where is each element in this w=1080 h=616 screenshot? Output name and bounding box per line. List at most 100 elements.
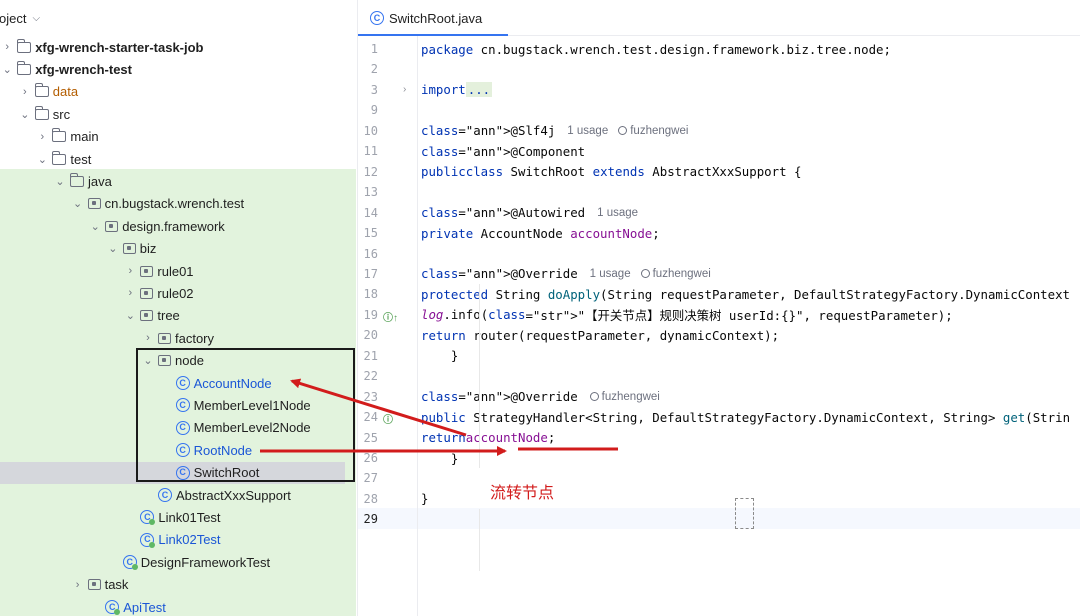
usages-hint[interactable]: 1 usage <box>567 125 608 137</box>
line-number: 17 <box>363 266 378 281</box>
tree-item-label: ApiTest <box>123 599 166 615</box>
line-number: 21 <box>363 348 378 363</box>
chevron-right-icon[interactable]: › <box>19 86 31 98</box>
chevron-right-icon[interactable]: › <box>124 265 136 277</box>
code-line[interactable]: } <box>421 346 458 366</box>
tree-item[interactable]: › main <box>0 126 356 148</box>
indent-guide <box>479 407 480 469</box>
implements-gutter-icon[interactable]: ⓘ <box>383 411 393 426</box>
inlay-hint[interactable]: 1 usage <box>597 207 638 219</box>
tree-item[interactable]: C MemberLevel2Node <box>0 417 356 439</box>
chevron-down-icon[interactable]: ⌄ <box>124 310 136 322</box>
code-line[interactable]: } <box>421 448 458 468</box>
author-name: fuzhengwei <box>630 124 689 137</box>
chevron-down-icon[interactable]: ⌄ <box>54 175 66 188</box>
line-number: 12 <box>363 164 378 179</box>
chevron-down-icon[interactable]: ⌄ <box>107 243 119 255</box>
inlay-hint[interactable]: 1 usage fuzhengwei <box>567 125 688 137</box>
tree-item[interactable]: C SwitchRoot <box>0 461 356 484</box>
indent-guide <box>479 509 480 571</box>
tree-item[interactable]: › data <box>0 81 356 103</box>
chevron-right-icon[interactable]: › <box>124 287 136 299</box>
project-header[interactable]: oject ⌵ <box>0 0 356 36</box>
line-number: 26 <box>363 451 378 465</box>
tree-item-label: DesignFrameworkTest <box>140 554 271 570</box>
tree-item[interactable]: C DesignFrameworkTest <box>0 551 356 573</box>
chevron-right-icon[interactable]: › <box>36 131 48 143</box>
code-line[interactable]: class ="ann">@Component <box>421 141 585 161</box>
tree-item[interactable]: ⌄ xfg-wrench-test <box>0 58 356 80</box>
code-area[interactable]: package cn.bugstack.wrench.test.design.f… <box>419 36 1080 616</box>
tree-item[interactable]: › factory <box>0 327 356 349</box>
package-icon <box>140 310 154 322</box>
tree-item-label: task <box>104 577 129 593</box>
tree-item[interactable]: › xfg-wrench-starter-task-job <box>0 36 356 58</box>
code-line[interactable]: import ... <box>421 80 493 100</box>
code-line[interactable]: class ="ann">@Autowired 1 usage <box>421 203 638 223</box>
chevron-down-icon[interactable]: ⌄ <box>19 108 31 121</box>
dashed-marker-box <box>735 498 754 529</box>
code-line[interactable]: protected String doApply (String requestP… <box>421 284 1070 304</box>
chevron-down-icon[interactable]: ⌄ <box>36 153 48 166</box>
line-number: 20 <box>363 328 378 343</box>
line-number-gutter: 1 2 3 9 10 11 12 13 14 15 16 17 18 19 20 21 22 23 24 25 26 27… <box>358 36 418 616</box>
code-line[interactable]: private AccountNode accountNode; <box>421 223 660 243</box>
usages-hint[interactable]: 1 usage <box>597 207 638 219</box>
tree-item[interactable]: ⌄ test <box>0 148 356 170</box>
tree-item[interactable]: C ApiTest <box>0 596 356 616</box>
java-class-icon: C <box>370 11 384 25</box>
code-line[interactable]: package cn.bugstack.wrench.test.design.f… <box>421 39 891 59</box>
tree-item[interactable]: ⌄ src <box>0 103 356 125</box>
tree-item[interactable]: C AccountNode <box>0 372 356 394</box>
tree-item[interactable]: ⌄ tree <box>0 305 356 327</box>
chevron-right-icon[interactable]: › <box>72 579 84 591</box>
chevron-down-icon[interactable]: ⌄ <box>1 63 13 76</box>
folder-icon <box>34 83 49 98</box>
tree-item[interactable]: C RootNode <box>0 439 356 461</box>
tree-item[interactable]: › rule02 <box>0 282 356 304</box>
inlay-hint[interactable]: fuzhengwei <box>589 390 660 403</box>
code-line[interactable]: return accountNode; <box>421 428 555 448</box>
tab-switchroot-java[interactable]: C SwitchRoot.java <box>358 0 494 36</box>
package-icon <box>140 287 154 299</box>
code-line[interactable]: public class SwitchRoot extends Abstract… <box>421 162 801 182</box>
code-line[interactable]: return router(requestParameter, dynamicC… <box>421 325 779 345</box>
tree-item[interactable]: C MemberLevel1Node <box>0 394 356 416</box>
usages-hint[interactable]: 1 usage <box>590 268 631 280</box>
tree-item-label: tree <box>157 308 180 324</box>
chevron-right-icon[interactable]: › <box>142 332 154 344</box>
chevron-right-icon[interactable]: › <box>1 41 13 53</box>
override-gutter-icon[interactable]: ⓘ↑ <box>383 309 398 324</box>
tree-item[interactable]: ⌄ node <box>0 350 356 372</box>
tree-item[interactable]: C Link02Test <box>0 529 356 551</box>
chevron-down-icon[interactable]: ⌄ <box>89 220 101 233</box>
tree-item[interactable]: ⌄ java <box>0 170 356 192</box>
code-line[interactable]: class ="ann">@Slf4j 1 usage fuzhengwei <box>421 121 688 141</box>
tree-item-label: cn.bugstack.wrench.test <box>104 196 245 212</box>
tree-item[interactable]: ⌄ cn.bugstack.wrench.test <box>0 193 356 215</box>
code-line[interactable]: public StrategyHandler<String, DefaultSt… <box>421 407 1070 427</box>
tree-item[interactable]: ⌄ biz <box>0 238 356 260</box>
author-hint[interactable]: fuzhengwei <box>618 125 688 137</box>
tree-item[interactable]: › task <box>0 574 356 596</box>
tree-item[interactable]: C Link01Test <box>0 506 356 528</box>
author-name: fuzhengwei <box>601 390 660 403</box>
tree-item[interactable]: C AbstractXxxSupport <box>0 484 356 506</box>
chevron-down-icon[interactable]: ⌄ <box>142 355 154 367</box>
code-line[interactable]: class ="ann">@Override fuzhengwei <box>421 387 660 407</box>
code-line[interactable]: log .info(class ="str">"【开关节点】规则决策树 userId… <box>421 305 953 325</box>
code-line[interactable]: } <box>421 489 428 509</box>
tree-item[interactable]: ⌄ design.framework <box>0 215 356 237</box>
author-hint[interactable]: fuzhengwei <box>589 390 660 403</box>
tree-item[interactable]: › rule01 <box>0 260 356 282</box>
tree-item-label: test <box>70 151 92 167</box>
inlay-hint[interactable]: 1 usage fuzhengwei <box>590 268 711 280</box>
line-number: 2 <box>370 62 378 77</box>
package-icon <box>158 332 171 344</box>
code-line[interactable]: class ="ann">@Override 1 usage fuzhengwei <box>421 264 711 284</box>
tree-item-label: factory <box>175 330 215 346</box>
chevron-down-icon[interactable]: ⌄ <box>72 198 84 210</box>
chevron-down-icon[interactable]: ⌵ <box>32 13 40 24</box>
fold-toggle-icon[interactable]: › <box>403 84 406 95</box>
author-hint[interactable]: fuzhengwei <box>640 268 711 280</box>
